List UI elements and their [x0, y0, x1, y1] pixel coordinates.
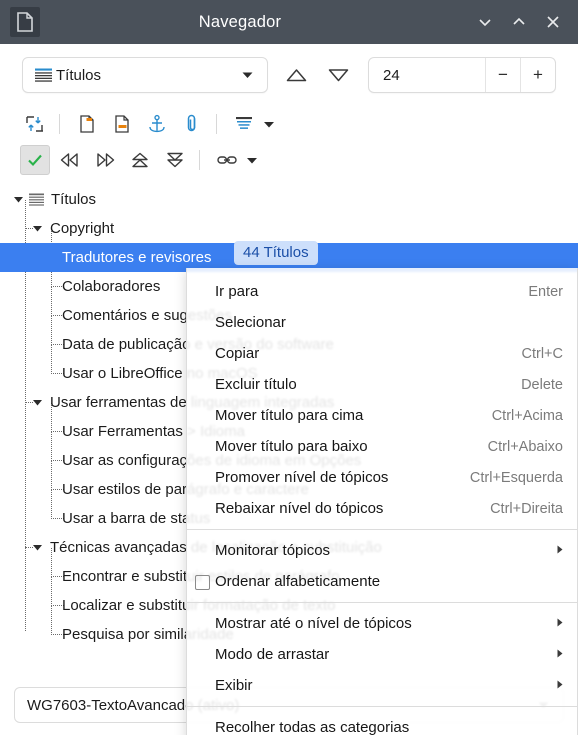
menu-item-label: Copiar	[215, 345, 260, 362]
menu-item[interactable]: Promover nível de tópicos Ctrl+Esquerda	[187, 462, 577, 493]
paperclip-icon[interactable]	[177, 109, 207, 139]
menu-item[interactable]: Ir para Enter	[187, 276, 577, 307]
tree-root-row[interactable]: Títulos	[0, 185, 578, 214]
menu-item[interactable]: Mostrar até o nível de tópicos	[187, 608, 577, 639]
menu-item-shortcut: Ctrl+Esquerda	[469, 469, 563, 486]
close-button[interactable]	[536, 5, 570, 39]
menu-item[interactable]: Mover título para baixo Ctrl+Abaixo	[187, 431, 577, 462]
toolbar-separator	[199, 150, 200, 170]
outline-level-spinner[interactable]: 24 − +	[368, 57, 556, 93]
tree-item[interactable]: Copyright	[0, 214, 578, 243]
menu-item-shortcut: Ctrl+Direita	[490, 500, 563, 517]
menu-item-label: Selecionar	[215, 314, 286, 331]
menu-item-label: Promover nível de tópicos	[215, 469, 389, 486]
outline-level-value[interactable]: 24	[369, 58, 485, 92]
minimize-button[interactable]	[468, 5, 502, 39]
menu-item-label: Ir para	[215, 283, 259, 300]
tree-item-label: Colaboradores	[62, 278, 161, 295]
menu-separator	[187, 602, 577, 603]
menu-item-shortcut: Ctrl+C	[521, 345, 564, 362]
window-title: Navegador	[198, 12, 282, 31]
navigator-window: Navegador Títulos 24 − + Títulos Copyrig…	[0, 0, 578, 735]
menu-item-label: Exibir	[215, 677, 253, 694]
toolbar-separator	[216, 114, 217, 134]
menu-item[interactable]: Monitorar tópicos	[187, 535, 577, 566]
anchor-icon[interactable]	[142, 109, 172, 139]
expander-triangle-down-icon[interactable]	[30, 214, 44, 243]
menu-item[interactable]: Excluir título Delete	[187, 369, 577, 400]
menu-item-label: Mostrar até o nível de tópicos	[215, 615, 412, 632]
set-reminder-icon[interactable]	[72, 109, 102, 139]
caret-down-icon[interactable]	[259, 109, 279, 139]
submenu-arrow-icon	[557, 649, 563, 661]
heading-levels-icon[interactable]	[229, 109, 259, 139]
menu-item[interactable]: Ordenar alfabeticamente	[187, 566, 577, 597]
tree-item-label: Tradutores e revisores	[62, 249, 212, 266]
submenu-arrow-icon	[557, 545, 563, 557]
fast-forward-icon[interactable]	[90, 145, 120, 175]
navigator-toolbar-row-2	[0, 142, 578, 178]
next-heading-button[interactable]	[327, 66, 349, 84]
header-footer-icon[interactable]	[107, 109, 137, 139]
menu-item-shortcut: Ctrl+Abaixo	[487, 438, 563, 455]
menu-item-label: Mover título para baixo	[215, 438, 368, 455]
caret-down-icon[interactable]	[242, 145, 262, 175]
menu-separator	[187, 706, 577, 707]
menu-item-shortcut: Ctrl+Acima	[491, 407, 563, 424]
menu-separator	[187, 529, 577, 530]
double-chevron-up-icon[interactable]	[125, 145, 155, 175]
rewind-icon[interactable]	[55, 145, 85, 175]
menu-item-label: Modo de arrastar	[215, 646, 330, 663]
menu-item[interactable]: Modo de arrastar	[187, 639, 577, 670]
menu-item[interactable]: Exibir	[187, 670, 577, 701]
menu-item[interactable]: Mover título para cima Ctrl+Acima	[187, 400, 577, 431]
menu-item[interactable]: Recolher todas as categorias	[187, 712, 577, 735]
spinner-increment-button[interactable]: +	[520, 58, 555, 92]
menu-item-label: Monitorar tópicos	[215, 542, 331, 559]
double-chevron-down-icon[interactable]	[160, 145, 190, 175]
toolbar-separator	[59, 114, 60, 134]
menu-item-label: Ordenar alfabeticamente	[215, 573, 381, 590]
headings-icon	[29, 193, 44, 207]
checkbox-icon[interactable]	[195, 574, 210, 590]
spinner-decrement-button[interactable]: −	[485, 58, 520, 92]
submenu-arrow-icon	[557, 618, 563, 630]
menu-item-shortcut: Enter	[528, 283, 563, 300]
menu-item[interactable]: Rebaixar nível do tópicos Ctrl+Direita	[187, 493, 577, 524]
link-chain-icon[interactable]	[212, 145, 242, 175]
toggle-master-view-icon[interactable]	[20, 109, 50, 139]
expander-triangle-down-icon[interactable]	[30, 388, 44, 417]
menu-item-label: Excluir título	[215, 376, 297, 393]
checkmark-icon[interactable]	[20, 145, 50, 175]
chevron-down-icon	[242, 66, 253, 84]
navigator-top-controls: Títulos 24 − +	[0, 44, 578, 104]
tree-item-label: Copyright	[50, 220, 115, 237]
context-menu[interactable]: Ir para Enter Selecionar Copiar Ctrl+C Exclui…	[186, 268, 578, 735]
menu-item-label: Rebaixar nível do tópicos	[215, 500, 384, 517]
menu-item-label: Mover título para cima	[215, 407, 364, 424]
maximize-button[interactable]	[502, 5, 536, 39]
navigator-toolbar-row-1	[0, 106, 578, 142]
title-bar: Navegador	[0, 0, 578, 44]
headings-icon	[35, 68, 52, 82]
tree-root-label: Títulos	[51, 191, 97, 208]
menu-item[interactable]: Copiar Ctrl+C	[187, 338, 577, 369]
expander-triangle-down-icon[interactable]	[30, 533, 44, 562]
expander-triangle-down-icon[interactable]	[11, 185, 25, 214]
window-controls	[468, 5, 570, 39]
menu-item-shortcut: Delete	[521, 376, 563, 393]
previous-heading-button[interactable]	[285, 66, 307, 84]
category-combo-value: Títulos	[56, 66, 102, 84]
submenu-arrow-icon	[557, 680, 563, 692]
menu-item-label: Recolher todas as categorias	[215, 719, 410, 735]
category-combo[interactable]: Títulos	[22, 57, 268, 93]
tooltip: 44 Títulos	[234, 241, 318, 265]
menu-item[interactable]: Selecionar	[187, 307, 577, 338]
